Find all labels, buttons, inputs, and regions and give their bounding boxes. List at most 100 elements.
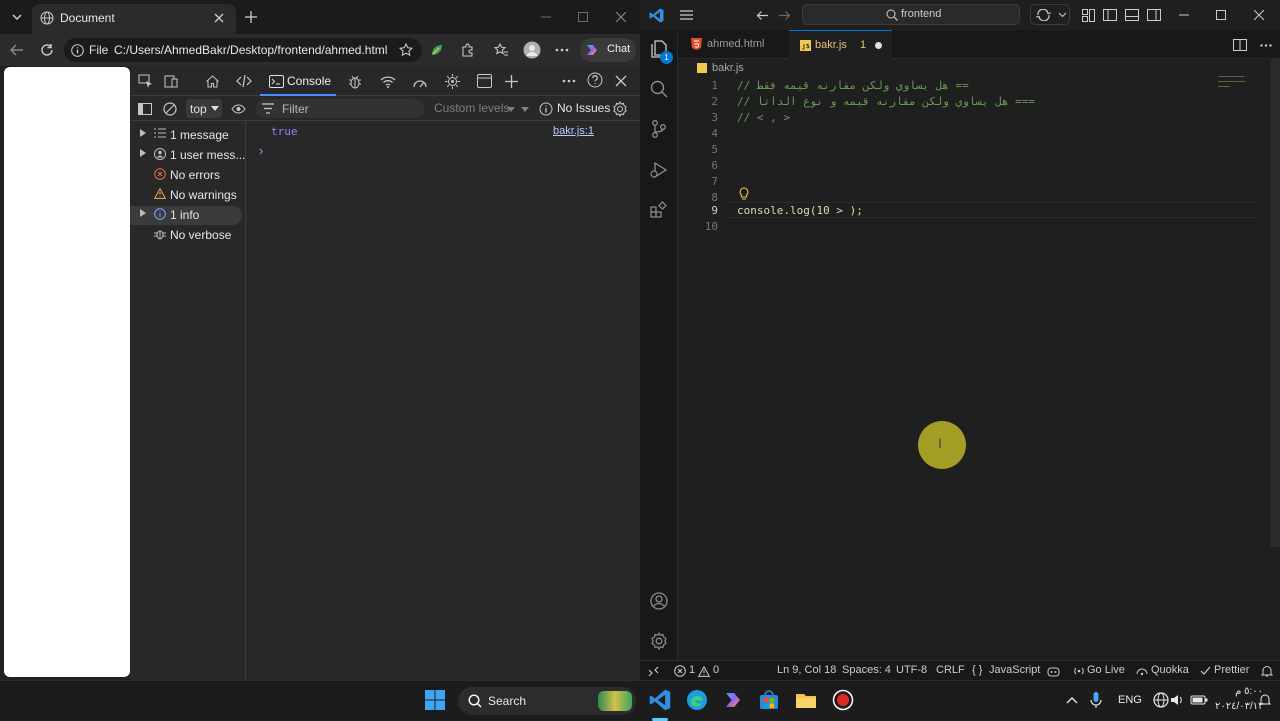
sidebar-item-info[interactable]: 1 info (130, 206, 242, 225)
context-selector[interactable]: top (186, 99, 222, 118)
sidebar-item-warnings[interactable]: No warnings (130, 186, 242, 205)
expand-arrow-icon[interactable] (140, 209, 146, 217)
sidebar-item-errors[interactable]: No errors (130, 166, 242, 185)
code-line-2[interactable]: // هل يساوي ولكن مقارنه قيمه و نوع الدات… (737, 95, 1035, 108)
expand-arrow-icon[interactable] (140, 129, 146, 137)
command-center-search[interactable]: frontend (802, 4, 1020, 25)
favorites-icon[interactable] (492, 42, 510, 58)
clock-date[interactable]: ٢٠٢٤/٠٣/١٣ (1215, 701, 1264, 712)
info-circle-icon[interactable] (70, 43, 84, 57)
accounts-icon[interactable] (648, 590, 670, 612)
sources-bug-icon[interactable] (346, 72, 364, 90)
code-editor[interactable]: bakr.js 1 // هل يساوي ولكن مقارنه قيمه ف… (678, 59, 1280, 660)
unsaved-dot-icon[interactable] (875, 42, 882, 49)
tab-console[interactable]: Console (260, 66, 336, 96)
sidebar-toggle-icon[interactable] (137, 101, 152, 116)
profile-avatar[interactable] (522, 40, 542, 60)
taskbar-search-box[interactable]: Search (458, 687, 636, 715)
microsoft-store-icon[interactable] (758, 689, 782, 713)
warning-count[interactable]: 0 (713, 664, 719, 676)
maximize-icon[interactable] (575, 9, 591, 25)
manage-gear-icon[interactable] (648, 630, 670, 652)
performance-gauge-icon[interactable] (411, 72, 429, 90)
screen-recorder-icon[interactable] (832, 689, 856, 713)
copilot-taskbar-icon[interactable] (722, 689, 746, 713)
application-window-icon[interactable] (475, 72, 493, 90)
address-url[interactable]: C:/Users/AhmedBakr/Desktop/frontend/ahme… (114, 43, 387, 57)
notifications-bell-icon[interactable] (1260, 664, 1274, 678)
file-explorer-icon[interactable] (795, 689, 819, 713)
battery-icon[interactable] (1188, 689, 1212, 713)
console-source-link[interactable]: bakr.js:1 (553, 125, 594, 137)
minimap[interactable] (1216, 73, 1248, 93)
clear-console-icon[interactable] (162, 101, 177, 116)
star-favorite-icon[interactable] (398, 42, 414, 58)
go-live-button[interactable]: Go Live (1087, 664, 1125, 676)
vs-close-icon[interactable] (1251, 7, 1267, 23)
welcome-home-icon[interactable] (203, 72, 221, 90)
menu-hamburger-icon[interactable] (678, 7, 694, 23)
tab-bakr-js[interactable]: bakr.js 1 (789, 30, 892, 59)
more-tools-plus-icon[interactable] (502, 72, 520, 90)
help-question-icon[interactable] (586, 71, 604, 89)
extension-leaf-icon[interactable] (428, 42, 446, 58)
code-line-9[interactable]: console.log(10 > ); (737, 204, 863, 217)
line-endings[interactable]: CRLF (936, 664, 965, 676)
devtools-close-icon[interactable] (612, 72, 630, 90)
tab-menu-chevron-icon[interactable] (8, 8, 26, 26)
issues-count[interactable]: No Issues (557, 101, 610, 115)
search-view-icon[interactable] (648, 78, 670, 100)
live-expression-eye-icon[interactable] (230, 101, 246, 116)
run-debug-icon[interactable] (648, 159, 670, 181)
split-editor-icon[interactable] (1232, 37, 1248, 53)
page-viewport[interactable] (4, 67, 130, 677)
toggle-primary-sidebar-icon[interactable] (1102, 7, 1118, 23)
console-settings-gear-icon[interactable] (611, 100, 628, 117)
console-output-area[interactable]: true bakr.js:1 › (247, 121, 640, 680)
vs-maximize-icon[interactable] (1213, 7, 1229, 23)
extensions-icon[interactable] (648, 199, 670, 221)
issues-info-icon[interactable] (538, 101, 553, 116)
filter-input[interactable]: Filter (256, 99, 424, 118)
elements-code-icon[interactable] (235, 72, 253, 90)
toggle-panel-icon[interactable] (1124, 7, 1140, 23)
device-emulation-icon[interactable] (162, 72, 180, 90)
source-control-icon[interactable] (648, 118, 670, 140)
editor-more-icon[interactable] (1258, 37, 1274, 53)
inspect-element-icon[interactable] (136, 72, 154, 90)
windows-start-icon[interactable] (424, 689, 448, 713)
new-tab-plus-icon[interactable] (242, 8, 260, 26)
code-line-3[interactable]: // < , > (737, 111, 790, 124)
remote-indicator-icon[interactable] (646, 664, 660, 678)
extensions-puzzle-icon[interactable] (459, 42, 477, 58)
tab-close-icon[interactable] (212, 11, 226, 25)
edge-browser-icon[interactable] (686, 689, 710, 713)
network-wifi-icon[interactable] (379, 72, 397, 90)
breadcrumb[interactable]: bakr.js (712, 62, 744, 74)
quokka-button[interactable]: Quokka (1151, 664, 1189, 676)
layout-customize-icon[interactable] (1080, 7, 1096, 23)
indentation[interactable]: Spaces: 4 (842, 664, 891, 676)
lightbulb-icon[interactable] (737, 186, 751, 200)
copilot-status-icon[interactable] (1046, 664, 1060, 678)
nav-forward-icon[interactable] (776, 7, 792, 23)
error-circle-icon[interactable] (673, 664, 687, 678)
input-language[interactable]: ENG (1118, 694, 1142, 706)
minimize-icon[interactable] (538, 9, 554, 25)
microphone-icon[interactable] (1085, 689, 1109, 713)
refresh-icon[interactable] (38, 42, 56, 58)
warning-triangle-icon[interactable] (697, 664, 711, 678)
copilot-chat-button[interactable]: Chat (580, 38, 636, 62)
devtools-more-icon[interactable] (560, 72, 578, 90)
console-prompt[interactable]: › (259, 143, 263, 158)
nav-back-icon[interactable] (754, 7, 770, 23)
volume-speaker-icon[interactable] (1166, 689, 1190, 713)
code-line-1[interactable]: // هل يساوي ولكن مقارنه قيمه فقط == (737, 79, 969, 92)
vscode-taskbar-icon[interactable] (649, 689, 673, 713)
vs-minimize-icon[interactable] (1176, 7, 1192, 23)
sidebar-item-verbose[interactable]: No verbose (130, 226, 242, 245)
address-bar[interactable]: File C:/Users/AhmedBakr/Desktop/frontend… (64, 38, 422, 62)
cursor-position[interactable]: Ln 9, Col 18 (777, 664, 836, 676)
sidebar-item-messages[interactable]: 1 message (130, 126, 242, 145)
sidebar-item-user-messages[interactable]: 1 user mess... (130, 146, 245, 165)
